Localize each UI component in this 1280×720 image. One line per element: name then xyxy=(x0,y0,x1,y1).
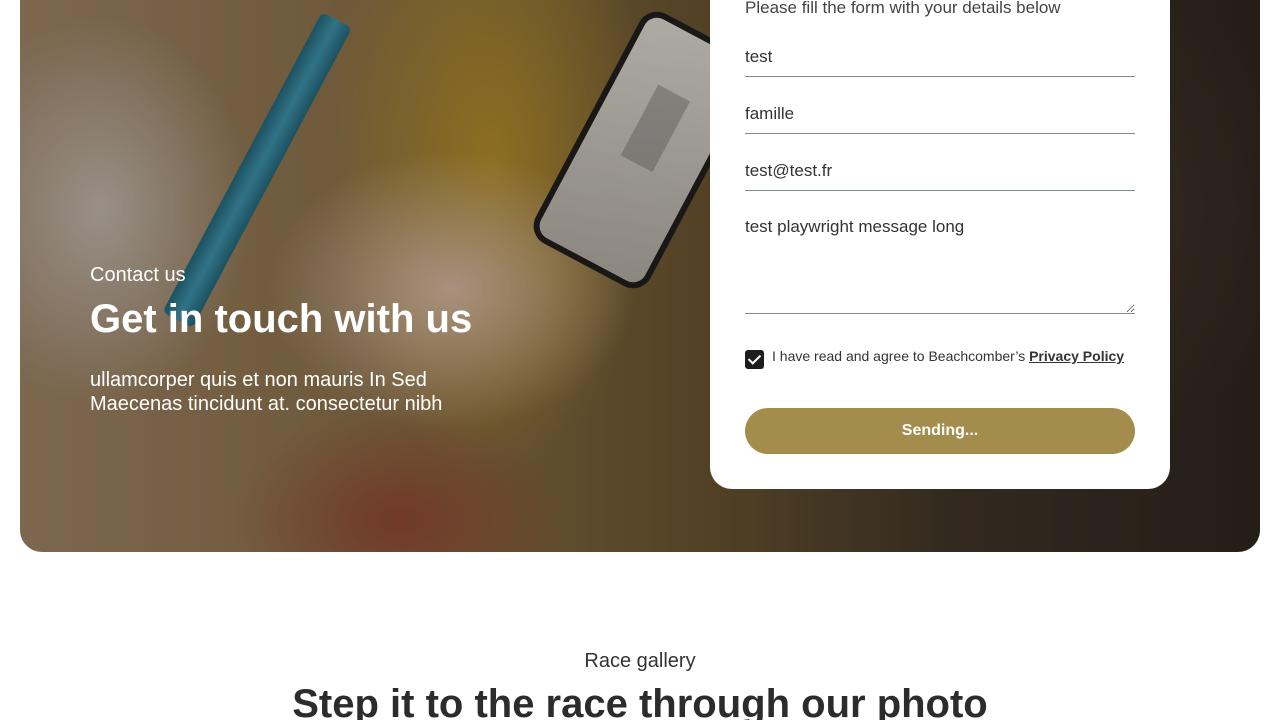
contact-form: Please fill the form with your details b… xyxy=(710,0,1170,489)
first-name-field[interactable] xyxy=(745,37,1135,77)
privacy-consent: I have read and agree to Beachcomber’s P… xyxy=(745,348,1135,369)
contact-hero-text: Contact us Get in touch with us ullamcor… xyxy=(90,262,490,416)
contact-title: Get in touch with us xyxy=(90,297,473,341)
privacy-policy-link[interactable]: Privacy Policy xyxy=(1029,348,1124,364)
form-intro: Please fill the form with your details b… xyxy=(745,0,1061,17)
gallery-title: Step it to the race through our photo xyxy=(292,682,988,720)
contact-description: ullamcorper quis et non mauris In Sed Ma… xyxy=(90,369,443,415)
last-name-field[interactable] xyxy=(745,94,1135,134)
email-field[interactable] xyxy=(745,151,1135,191)
consent-text: I have read and agree to Beachcomber’s xyxy=(772,348,1030,364)
consent-checkbox[interactable] xyxy=(745,350,764,369)
submit-button[interactable]: Sending... xyxy=(745,408,1135,454)
contact-eyebrow: Contact us xyxy=(90,264,186,286)
consent-label: I have read and agree to Beachcomber’s P… xyxy=(772,348,1124,364)
message-field[interactable]: test playwright message long xyxy=(745,216,1135,314)
gallery-eyebrow: Race gallery xyxy=(584,650,696,672)
